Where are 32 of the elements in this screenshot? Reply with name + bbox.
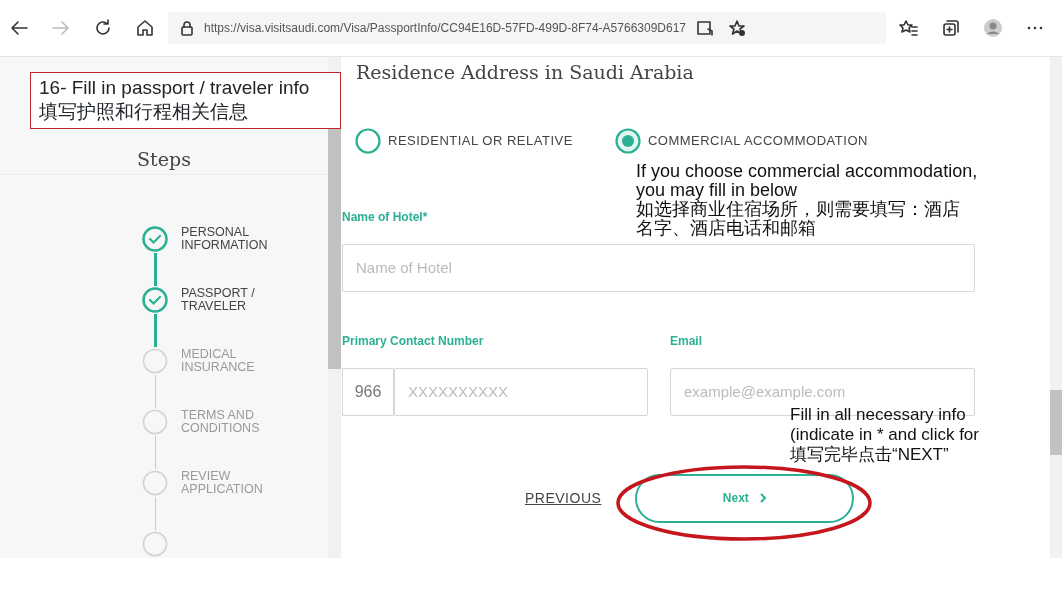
favorites-icon[interactable] xyxy=(899,18,919,38)
radio-option[interactable]: COMMERCIAL ACCOMMODATION xyxy=(614,127,868,154)
scrollbar-thumb[interactable] xyxy=(328,129,341,369)
step-label[interactable]: PERSONAL INFORMATION xyxy=(181,226,301,252)
scrollbar-thumb[interactable] xyxy=(1050,390,1062,455)
annotation-text: If you choose commercial accommodation, xyxy=(636,162,978,181)
field-label: Email xyxy=(670,332,702,350)
annotation-text: 名字、酒店电话和邮箱 xyxy=(636,219,817,238)
avatar-icon[interactable] xyxy=(983,18,1003,38)
step-label[interactable]: PASSPORT / TRAVELER xyxy=(181,287,301,313)
annotation-text: 16- Fill in passport / traveler info xyxy=(39,76,311,100)
phone-prefix: 966 xyxy=(342,367,394,416)
refresh-icon[interactable] xyxy=(93,18,113,38)
home-icon[interactable] xyxy=(135,18,155,38)
annotation-text: (indicate in * and click for xyxy=(790,425,979,445)
annotation-text: you may fill in below xyxy=(636,181,799,200)
annotation-text: 如选择商业住宿场所，则需要填写：酒店 xyxy=(636,200,961,219)
section-heading: Residence Address in Saudi Arabia xyxy=(355,61,695,84)
reader-icon[interactable] xyxy=(696,19,715,37)
annotation-text: 填写完毕点击“NEXT” xyxy=(790,445,950,465)
collections-icon[interactable] xyxy=(941,18,961,38)
field-label: Name of Hotel* xyxy=(342,208,428,226)
chevron-icon xyxy=(758,493,767,504)
favorite-add-icon[interactable] xyxy=(728,19,747,37)
input-field[interactable]: XXXXXXXXXX xyxy=(394,367,648,416)
lock-icon xyxy=(180,20,194,36)
input-field[interactable]: Name of Hotel xyxy=(342,243,975,292)
previous-link[interactable]: PREVIOUS xyxy=(525,487,602,509)
radio-option[interactable]: RESIDENTIAL OR RELATIVE xyxy=(355,127,573,154)
back-icon[interactable] xyxy=(9,18,29,38)
field-label: Primary Contact Number xyxy=(342,332,484,350)
annotation-text: 填写护照和行程相关信息 xyxy=(39,100,249,124)
